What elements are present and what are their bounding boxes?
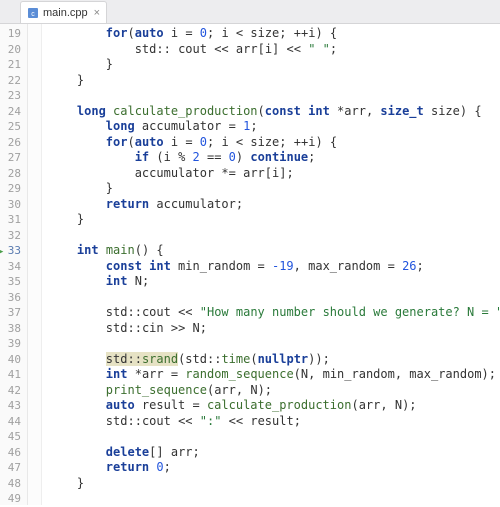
line-number: 36 xyxy=(0,290,27,306)
line-number: 47 xyxy=(0,460,27,476)
line-number: 21 xyxy=(0,57,27,73)
code-line[interactable]: const int min_random = -19, max_random =… xyxy=(48,259,500,275)
code-line[interactable]: delete[] arr; xyxy=(48,445,500,461)
fold-column xyxy=(28,24,42,505)
code-line[interactable]: return accumulator; xyxy=(48,197,500,213)
line-number: 45 xyxy=(0,429,27,445)
line-number: 34 xyxy=(0,259,27,275)
line-number: 27 xyxy=(0,150,27,166)
line-number: 48 xyxy=(0,476,27,492)
tab-label: main.cpp xyxy=(43,7,88,19)
line-number-gutter: 192021222324252627282930313233▶343536373… xyxy=(0,24,28,505)
line-number: 49 xyxy=(0,491,27,507)
line-number: 26 xyxy=(0,135,27,151)
code-line[interactable] xyxy=(48,290,500,306)
code-line[interactable] xyxy=(48,228,500,244)
line-number: 22 xyxy=(0,73,27,89)
line-number: 23 xyxy=(0,88,27,104)
line-number: 37 xyxy=(0,305,27,321)
line-number: 20 xyxy=(0,42,27,58)
code-line[interactable]: int *arr = random_sequence(N, min_random… xyxy=(48,367,500,383)
line-number: 29 xyxy=(0,181,27,197)
code-line[interactable]: } xyxy=(48,57,500,73)
code-line[interactable]: int N; xyxy=(48,274,500,290)
line-number: 40 xyxy=(0,352,27,368)
code-line[interactable]: std::cout << "How many number should we … xyxy=(48,305,500,321)
code-line[interactable]: std::cout << ":" << result; xyxy=(48,414,500,430)
tab-main-cpp[interactable]: c main.cpp × xyxy=(20,1,107,23)
code-line[interactable]: } xyxy=(48,476,500,492)
tab-bar: c main.cpp × xyxy=(0,0,500,24)
code-editor[interactable]: 192021222324252627282930313233▶343536373… xyxy=(0,24,500,505)
code-area[interactable]: for(auto i = 0; i < size; ++i) { std:: c… xyxy=(42,24,500,505)
line-number: 43 xyxy=(0,398,27,414)
code-line[interactable]: std:: cout << arr[i] << " "; xyxy=(48,42,500,58)
code-line[interactable]: auto result = calculate_production(arr, … xyxy=(48,398,500,414)
line-number: 38 xyxy=(0,321,27,337)
code-line[interactable] xyxy=(48,336,500,352)
code-line[interactable]: for(auto i = 0; i < size; ++i) { xyxy=(48,135,500,151)
code-line[interactable] xyxy=(48,491,500,505)
code-line[interactable]: int main() { xyxy=(48,243,500,259)
line-number: 28 xyxy=(0,166,27,182)
close-icon[interactable]: × xyxy=(94,7,100,19)
code-line[interactable]: accumulator *= arr[i]; xyxy=(48,166,500,182)
code-line[interactable]: return 0; xyxy=(48,460,500,476)
line-number: 44 xyxy=(0,414,27,430)
code-line[interactable]: } xyxy=(48,73,500,89)
code-line[interactable]: if (i % 2 == 0) continue; xyxy=(48,150,500,166)
code-line[interactable] xyxy=(48,88,500,104)
code-line[interactable]: long calculate_production(const int *arr… xyxy=(48,104,500,120)
line-number: 30 xyxy=(0,197,27,213)
svg-text:c: c xyxy=(31,11,35,18)
code-line[interactable]: long accumulator = 1; xyxy=(48,119,500,135)
line-number: 19 xyxy=(0,26,27,42)
code-line[interactable]: } xyxy=(48,212,500,228)
code-line[interactable]: for(auto i = 0; i < size; ++i) { xyxy=(48,26,500,42)
line-number: 33▶ xyxy=(0,243,27,259)
line-number: 31 xyxy=(0,212,27,228)
line-number: 35 xyxy=(0,274,27,290)
line-number: 32 xyxy=(0,228,27,244)
code-line[interactable]: print_sequence(arr, N); xyxy=(48,383,500,399)
line-number: 39 xyxy=(0,336,27,352)
line-number: 24 xyxy=(0,104,27,120)
code-line[interactable]: } xyxy=(48,181,500,197)
line-number: 42 xyxy=(0,383,27,399)
cpp-file-icon: c xyxy=(27,7,39,19)
code-line[interactable]: std::cin >> N; xyxy=(48,321,500,337)
line-number: 41 xyxy=(0,367,27,383)
line-number: 25 xyxy=(0,119,27,135)
code-line[interactable]: std::srand(std::time(nullptr)); xyxy=(48,352,500,368)
line-number: 46 xyxy=(0,445,27,461)
code-line[interactable] xyxy=(48,429,500,445)
